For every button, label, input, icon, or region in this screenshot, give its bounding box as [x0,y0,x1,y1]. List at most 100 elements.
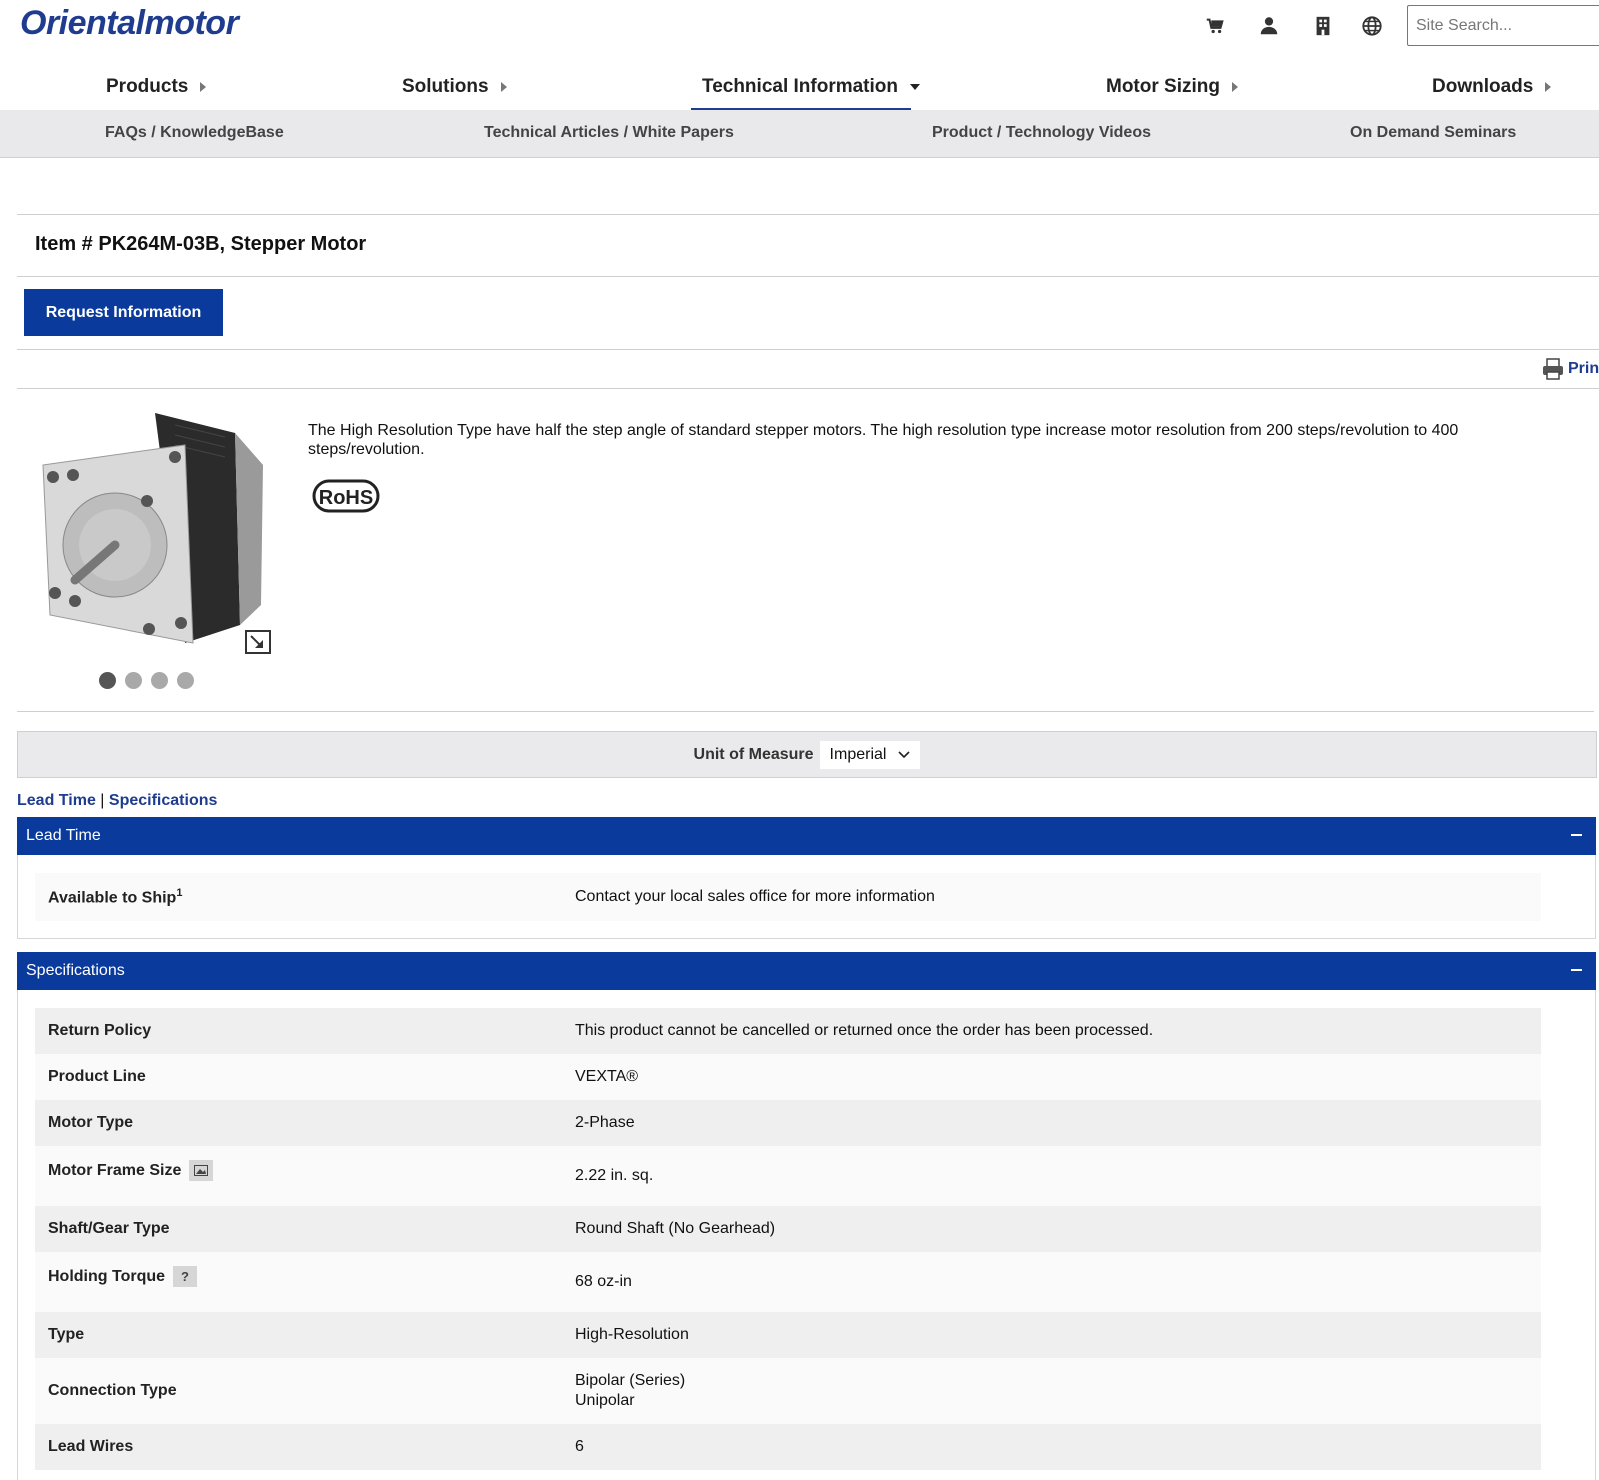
nav-solutions-label: Solutions [402,76,489,97]
connection-type-value-1: Bipolar (Series) [575,1372,686,1389]
row-key: Available to Ship1 [48,887,182,907]
specifications-header[interactable]: Specifications [17,952,1596,990]
row-key: Product Line [48,1068,146,1085]
divider [17,711,1594,712]
table-row: Product Line VEXTA® [35,1054,1541,1100]
nav-products-label: Products [106,76,189,97]
row-value: 2-Phase [575,1114,635,1131]
row-value: VEXTA® [575,1068,639,1085]
table-row: Motor Frame Size 2.22 in. sq. [35,1146,1541,1206]
page-title: Item # PK264M-03B, Stepper Motor [35,233,367,255]
nav-technical-information[interactable]: Technical Information [702,76,921,98]
lead-time-title: Lead Time [26,827,101,844]
carousel-dot-1[interactable] [99,672,116,689]
section-anchors: Lead Time | Specifications [17,792,217,810]
main-nav: Products Solutions Technical Information… [0,64,1599,111]
unit-of-measure-select[interactable]: Imperial [819,740,921,769]
caret-down-icon [910,84,921,90]
row-key: Motor Type [48,1114,134,1131]
row-value: This product cannot be cancelled or retu… [575,1022,1154,1039]
nav-technical-information-label: Technical Information [702,76,899,97]
request-information-button[interactable]: Request Information [24,289,223,336]
nav-motor-sizing-label: Motor Sizing [1106,76,1220,97]
unit-of-measure-value: Imperial [829,745,887,763]
divider [17,388,1599,389]
rohs-badge: RoHS [312,479,380,513]
table-row: Holding Torque ? 68 oz-in [35,1252,1541,1312]
cart-icon[interactable] [1204,15,1226,37]
print-link[interactable]: Prin [1542,358,1599,380]
lead-time-anchor[interactable]: Lead Time [17,792,96,809]
nav-downloads[interactable]: Downloads [1432,76,1552,98]
table-row: Return Policy This product cannot be can… [35,1008,1541,1054]
nav-products[interactable]: Products [106,76,207,98]
carousel-dot-3[interactable] [151,672,168,689]
subnav-seminars[interactable]: On Demand Seminars [1350,124,1516,142]
caret-right-icon [500,82,507,92]
chevron-down-icon [898,750,911,758]
divider [17,349,1599,350]
divider [17,276,1599,277]
nav-downloads-label: Downloads [1432,76,1534,97]
page: { "header": { "logo": "Orientalmotor", "… [0,0,1599,1480]
row-value: 2.22 in. sq. [575,1167,654,1184]
caret-right-icon [200,82,207,92]
table-row: Motor Type 2-Phase [35,1100,1541,1146]
subnav-technical-articles[interactable]: Technical Articles / White Papers [484,124,734,142]
holding-torque-label: Holding Torque [48,1267,166,1285]
product-description: The High Resolution Type have half the s… [308,422,1459,458]
row-key: Type [48,1326,85,1343]
caret-right-icon [1545,82,1552,92]
lead-time-header[interactable]: Lead Time [17,817,1596,855]
print-label: Prin [1568,360,1599,377]
oriental-motor-logo[interactable]: Orientalmotor [20,4,239,43]
available-to-ship-label: Available to Ship [48,889,177,907]
caret-right-icon [1231,82,1238,92]
sub-nav: FAQs / KnowledgeBase Technical Articles … [0,110,1599,158]
divider [17,214,1599,215]
row-key: Return Policy [48,1022,152,1039]
collapse-icon[interactable] [1571,969,1582,971]
image-preview-icon[interactable] [189,1160,214,1181]
row-key: Holding Torque ? [48,1266,198,1287]
product-image[interactable] [35,405,275,655]
carousel-dot-4[interactable] [177,672,194,689]
motor-frame-size-label: Motor Frame Size [48,1161,182,1179]
row-key: Motor Frame Size [48,1160,214,1181]
row-key: Shaft/Gear Type [48,1220,170,1237]
expand-image-icon[interactable] [245,630,271,654]
row-value: Bipolar (Series) Unipolar [575,1371,685,1411]
collapse-icon[interactable] [1571,834,1582,836]
subnav-videos[interactable]: Product / Technology Videos [932,124,1151,142]
subnav-faqs[interactable]: FAQs / KnowledgeBase [105,124,284,142]
row-key: Lead Wires [48,1438,134,1455]
row-key: Connection Type [48,1382,177,1399]
unit-of-measure-bar: Unit of Measure Imperial [17,731,1597,778]
printer-icon [1543,358,1563,380]
carousel-dot-2[interactable] [125,672,142,689]
table-row: Shaft/Gear Type Round Shaft (No Gearhead… [35,1206,1541,1252]
table-row: Type High-Resolution [35,1312,1541,1358]
site-search-input[interactable] [1407,5,1599,46]
globe-icon[interactable] [1361,15,1383,37]
specifications-title: Specifications [26,962,125,979]
nav-solutions[interactable]: Solutions [402,76,507,98]
table-row: Lead Wires 6 [35,1424,1541,1470]
row-value: 6 [575,1438,584,1455]
table-row: Connection Type Bipolar (Series) Unipola… [35,1358,1541,1424]
row-value: High-Resolution [575,1326,689,1343]
connection-type-value-2: Unipolar [575,1392,635,1409]
row-value: Round Shaft (No Gearhead) [575,1220,776,1237]
help-icon[interactable]: ? [173,1266,198,1287]
specifications-anchor[interactable]: Specifications [109,792,217,809]
unit-of-measure-label: Unit of Measure [693,745,814,763]
building-icon[interactable] [1312,15,1334,37]
account-icon[interactable] [1258,15,1280,37]
row-value: 68 oz-in [575,1273,632,1290]
row-value: Contact your local sales office for more… [575,888,935,905]
rohs-label: RoHS [319,487,373,509]
footnote-marker: 1 [176,886,183,899]
anchor-separator: | [100,792,105,809]
table-row: Available to Ship1 Contact your local sa… [35,873,1541,921]
nav-motor-sizing[interactable]: Motor Sizing [1106,76,1238,98]
